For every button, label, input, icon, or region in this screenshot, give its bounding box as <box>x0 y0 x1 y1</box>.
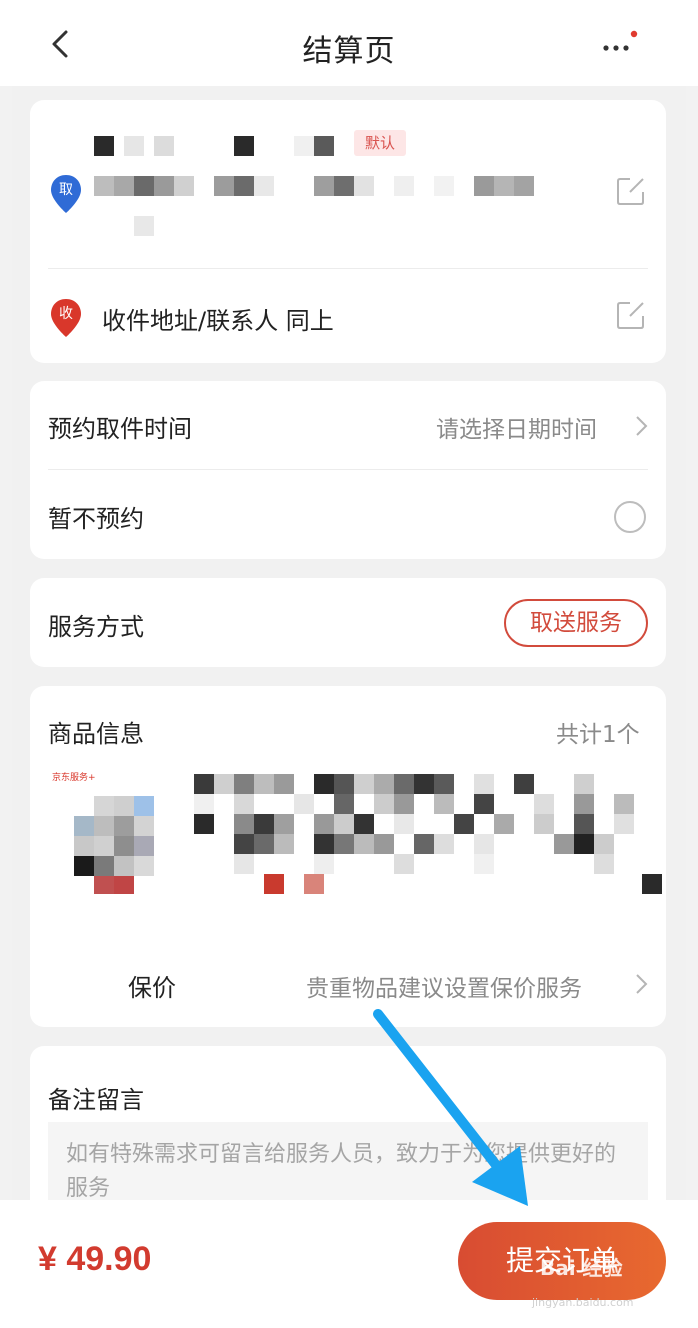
total-price: ¥ 49.90 <box>38 1240 152 1278</box>
service-label: 服务方式 <box>48 613 144 641</box>
sender-address-redacted <box>94 176 544 238</box>
remark-title: 备注留言 <box>48 1086 144 1114</box>
receive-address-text: 收件地址/联系人 同上 <box>102 307 334 335</box>
chevron-right-icon[interactable] <box>634 415 650 437</box>
service-option-button[interactable]: 取送服务 <box>504 599 648 647</box>
address-card: 默认 取 收 收件地址/联系人 同上 <box>30 100 666 363</box>
divider <box>48 268 648 269</box>
goods-count: 共计1个 <box>556 722 640 748</box>
nav-bar: 结算页 <box>0 0 698 86</box>
pickup-time-select[interactable]: 请选择日期时间 <box>436 410 597 444</box>
watermark-domain: jingyan.baidu.com <box>532 1296 634 1309</box>
pickup-time-card: 预约取件时间 请选择日期时间 暂不预约 <box>30 381 666 559</box>
goods-title: 商品信息 <box>48 720 144 748</box>
no-appointment-label: 暂不预约 <box>48 505 144 533</box>
edit-icon[interactable] <box>616 300 646 330</box>
edit-icon[interactable] <box>616 176 646 206</box>
chevron-right-icon[interactable] <box>634 973 650 995</box>
page-title: 结算页 <box>302 34 396 69</box>
no-appointment-radio[interactable] <box>614 501 646 533</box>
goods-card: 商品信息 共计1个 京东服务+ 保价 贵重物品建议设置保价服务 <box>30 686 666 1027</box>
insure-hint[interactable]: 贵重物品建议设置保价服务 <box>306 969 582 1003</box>
pickup-pin-icon: 取 <box>50 174 82 214</box>
sender-name-redacted <box>94 136 394 158</box>
more-icon[interactable] <box>600 30 640 60</box>
watermark-brand: Bai 经验 <box>540 1256 623 1280</box>
product-thumbnail: 京东服务+ <box>50 770 160 900</box>
remark-placeholder: 如有特殊需求可留言给服务人员，致力于为您提供更好的服务 <box>66 1142 617 1201</box>
service-card: 服务方式 取送服务 <box>30 578 666 667</box>
divider <box>48 469 648 470</box>
default-badge: 默认 <box>354 130 406 156</box>
product-name-redacted <box>194 774 662 898</box>
pickup-time-label: 预约取件时间 <box>48 415 192 443</box>
insure-label: 保价 <box>128 974 176 1002</box>
receive-pin-icon: 收 <box>50 298 82 338</box>
